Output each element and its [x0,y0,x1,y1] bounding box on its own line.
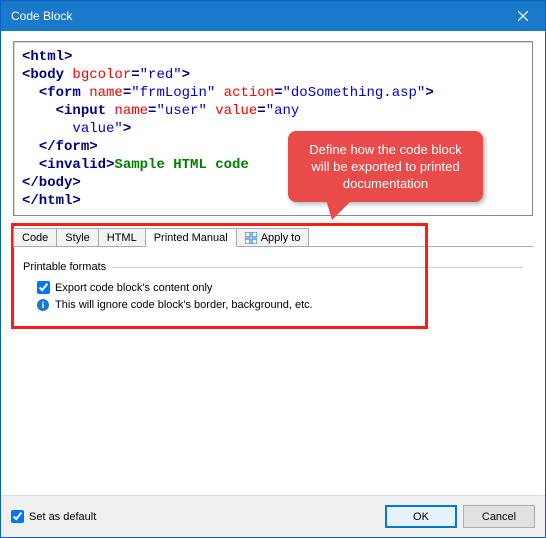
code-token: name [81,85,123,101]
code-token: "any [266,103,300,119]
group-title: Printable formats [23,261,106,273]
code-token: "red" [140,67,182,83]
dialog-window: Code Block <html> <body bgcolor="red"> <… [0,0,546,538]
code-token: </html> [22,193,81,209]
code-token: name [106,103,148,119]
code-token: </body> [22,175,81,191]
checkbox-label: Export code block's content only [55,282,212,294]
tabstrip: Code Style HTML Printed Manual Apply to [13,224,533,247]
button-label: OK [413,511,429,523]
code-token: Sample HTML code [114,157,248,173]
info-icon: i [37,299,49,311]
tab-label: Printed Manual [154,232,228,244]
export-content-only-checkbox[interactable] [37,281,50,294]
printable-formats-group: Printable formats Export code block's co… [23,261,523,311]
set-as-default-label: Set as default [29,511,96,523]
tab-label: HTML [107,232,137,244]
tab-printed-manual[interactable]: Printed Manual [146,228,237,247]
set-as-default-checkbox[interactable] [11,510,24,523]
tab-label: Apply to [261,232,301,244]
code-token: value" [72,121,122,137]
code-token: bgcolor [64,67,131,83]
content-area: <html> <body bgcolor="red"> <form name="… [1,31,545,495]
button-label: Cancel [482,511,516,523]
info-row: i This will ignore code block's border, … [37,299,523,311]
code-token: "doSomething.asp" [282,85,425,101]
window-title: Code Block [11,9,500,23]
code-token: <form [39,85,81,101]
export-content-only-row[interactable]: Export code block's content only [37,281,523,294]
code-token: "frmLogin" [131,85,215,101]
code-token: </form> [39,139,98,155]
code-token: value [207,103,257,119]
ok-button[interactable]: OK [385,505,457,528]
info-text: This will ignore code block's border, ba… [55,299,313,311]
tab-html[interactable]: HTML [99,228,146,247]
close-button[interactable] [500,1,545,31]
callout-annotation: Define how the code block will be export… [288,131,483,202]
grid-icon [245,232,257,244]
tabs-area: Code Style HTML Printed Manual Apply to … [1,224,545,311]
callout-text: Define how the code block will be export… [309,142,461,191]
code-token: = [131,67,139,83]
code-token: > [425,85,433,101]
tab-label: Style [65,232,89,244]
code-token: <body [22,67,64,83]
tab-style[interactable]: Style [57,228,98,247]
code-token: <invalid> [39,157,115,173]
code-token: <input [56,103,106,119]
code-token: > [123,121,131,137]
tab-apply-to[interactable]: Apply to [237,228,310,247]
code-token: <html> [22,49,72,65]
group-header: Printable formats [23,261,523,273]
dialog-footer: Set as default OK Cancel [1,495,545,537]
tab-label: Code [22,232,48,244]
code-token: > [182,67,190,83]
titlebar: Code Block [1,1,545,31]
tab-code[interactable]: Code [13,228,57,247]
close-icon [518,11,528,21]
code-token: "user" [156,103,206,119]
code-token: action [215,85,274,101]
group-body: Export code block's content only i This … [23,273,523,311]
set-as-default-row[interactable]: Set as default [11,510,379,523]
divider [112,267,523,268]
cancel-button[interactable]: Cancel [463,505,535,528]
